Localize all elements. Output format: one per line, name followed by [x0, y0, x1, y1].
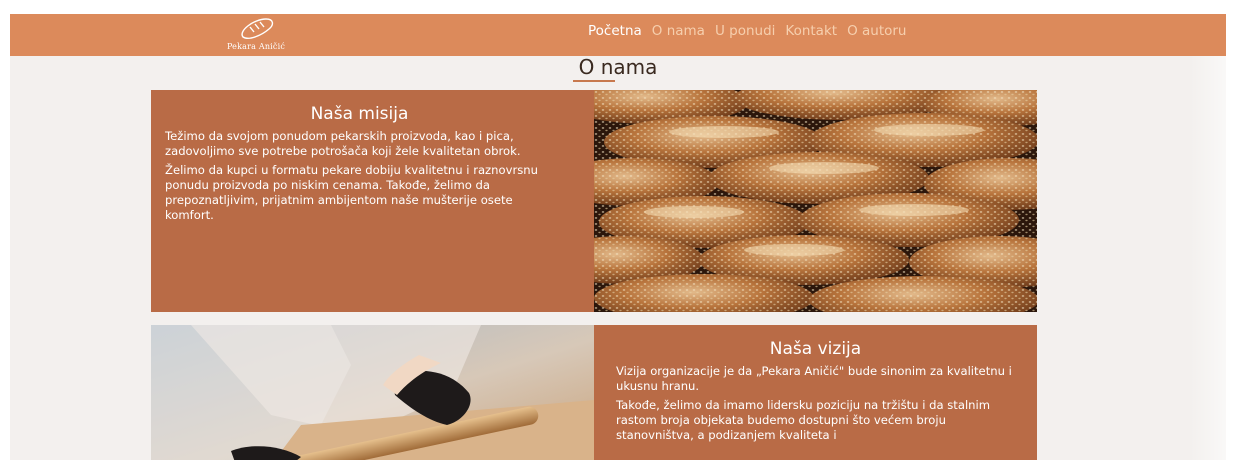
- nav-link-kontakt[interactable]: Kontakt: [785, 23, 837, 39]
- navbar: Pekara Aničić Početna O nama U ponudi Ko…: [10, 14, 1226, 56]
- vision-heading: Naša vizija: [769, 339, 862, 359]
- nav-link-u-ponudi[interactable]: U ponudi: [715, 23, 775, 39]
- bread-photo: [594, 90, 1037, 312]
- vision-paragraph-1: Vizija organizacije je da „Pekara Aničić…: [616, 364, 1012, 393]
- logo[interactable]: Pekara Aničić: [206, 16, 306, 54]
- page: Pekara Aničić Početna O nama U ponudi Ko…: [10, 14, 1226, 460]
- nav-link-o-nama[interactable]: O nama: [652, 23, 705, 39]
- bread-logo-icon: [241, 18, 274, 39]
- mission-card: Naša misija Težimo da svojom ponudom pek…: [151, 90, 1037, 312]
- nav-menu: Početna O nama U ponudi Kontakt O autoru: [588, 23, 906, 39]
- nav-link-o-autoru[interactable]: O autoru: [847, 23, 906, 39]
- mission-paragraph-1: Težimo da svojom ponudom pekarskih proiz…: [165, 129, 521, 158]
- mission-paragraph-2: Želimo da kupci u formatu pekare dobiju …: [165, 163, 538, 222]
- vision-paragraph-2: Takođe, želimo da imamo lidersku pozicij…: [616, 398, 991, 442]
- logo-text: Pekara Aničić: [226, 42, 286, 51]
- section-title: O nama: [578, 55, 658, 79]
- baker-photo-image: [151, 325, 594, 460]
- vision-text-panel: Naša vizija Vizija organizacije je da „P…: [594, 325, 1037, 460]
- nav-link-pocetna[interactable]: Početna: [588, 23, 642, 39]
- bread-photo-image: [594, 90, 1037, 312]
- baker-photo: [151, 325, 594, 460]
- title-underline: [573, 80, 615, 82]
- vision-card: Naša vizija Vizija organizacije je da „P…: [151, 325, 1037, 460]
- mission-heading: Naša misija: [310, 104, 409, 124]
- mission-text-panel: Naša misija Težimo da svojom ponudom pek…: [151, 90, 594, 312]
